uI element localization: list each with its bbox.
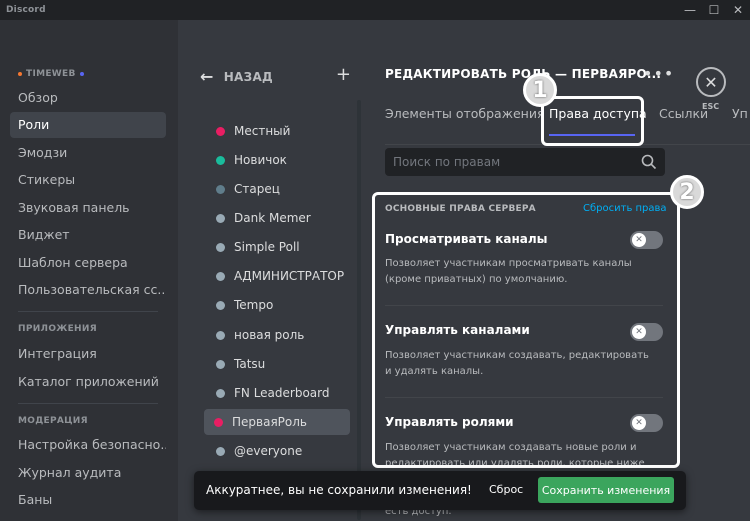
- server-name: TIMEWEB: [26, 69, 76, 79]
- role-color-dot: [216, 271, 225, 281]
- role-item-partial: [206, 100, 352, 105]
- role-name: Tatsu: [234, 357, 266, 371]
- annotation-highlight-tab: [541, 96, 644, 146]
- sidebar-item-bans[interactable]: Баны: [10, 487, 166, 513]
- role-color-dot: [216, 446, 225, 456]
- role-name: Simple Poll: [234, 240, 300, 254]
- role-item[interactable]: новая роль: [206, 322, 352, 348]
- role-color-dot: [216, 242, 225, 252]
- sidebar-item-widget[interactable]: Виджет: [10, 222, 166, 248]
- role-item[interactable]: Simple Poll: [206, 234, 352, 260]
- sidebar-item-stickers[interactable]: Стикеры: [10, 167, 166, 193]
- sidebar-item-overview[interactable]: Обзор: [10, 85, 166, 111]
- close-settings-button[interactable]: ✕: [696, 67, 726, 97]
- role-color-dot: [216, 184, 225, 194]
- sidebar-item-safety-setup[interactable]: Настройка безопасно...: [10, 432, 166, 458]
- annotation-highlight-permissions: [372, 192, 680, 468]
- add-role-icon[interactable]: +: [336, 64, 351, 85]
- settings-sidebar: TIMEWEB Обзор Роли Эмодзи Стикеры Звуков…: [0, 20, 178, 521]
- permission-search-input[interactable]: Поиск по правам: [385, 148, 665, 176]
- sidebar-item-integrations[interactable]: Интеграция: [10, 341, 166, 367]
- role-name: Старец: [234, 182, 280, 196]
- role-name: ПерваяРоль: [232, 415, 307, 429]
- save-changes-button[interactable]: Сохранить изменения: [538, 477, 674, 503]
- role-item[interactable]: Старец: [206, 176, 352, 202]
- sidebar-divider: [18, 311, 158, 312]
- sidebar-item-soundboard[interactable]: Звуковая панель: [10, 195, 166, 221]
- arrow-left-icon: ←: [200, 67, 214, 86]
- role-item[interactable]: FN Leaderboard: [206, 380, 352, 406]
- role-color-dot: [216, 300, 225, 310]
- sidebar-item-audit-log[interactable]: Журнал аудита: [10, 460, 166, 486]
- role-name: FN Leaderboard: [234, 386, 330, 400]
- role-name: АДМИНИСТРАТОР: [234, 269, 345, 283]
- close-icon[interactable]: ✕: [726, 0, 750, 20]
- role-color-dot: [216, 330, 225, 340]
- role-name: Tempo: [234, 298, 274, 312]
- app-title: Discord: [6, 5, 46, 15]
- roles-panel: ← НАЗАД + Местный Новичок Старец Dank Me…: [178, 20, 365, 521]
- roles-scrollbar[interactable]: [357, 100, 361, 520]
- sidebar-divider: [18, 403, 158, 404]
- role-color-dot: [216, 155, 225, 165]
- role-item[interactable]: Dank Memer: [206, 205, 352, 231]
- server-section-header: TIMEWEB: [18, 69, 84, 79]
- sidebar-item-roles[interactable]: Роли: [10, 112, 166, 138]
- role-color-dot: [216, 213, 225, 223]
- role-item[interactable]: Tatsu: [206, 351, 352, 377]
- tab-display[interactable]: Элементы отображения: [385, 106, 544, 121]
- maximize-icon[interactable]: ☐: [702, 0, 726, 20]
- moderation-section-header: МОДЕРАЦИЯ: [18, 416, 88, 426]
- window-titlebar: Discord — ☐ ✕: [0, 0, 750, 20]
- annotation-badge-2: 2: [670, 175, 704, 209]
- sidebar-item-emoji[interactable]: Эмодзи: [10, 140, 166, 166]
- editor-title: РЕДАКТИРОВАТЬ РОЛЬ — ПЕРВАЯРО...: [385, 67, 662, 81]
- role-item[interactable]: АДМИНИСТРАТОР: [206, 263, 352, 289]
- back-button[interactable]: ← НАЗАД: [200, 67, 273, 86]
- role-name: Местный: [234, 124, 291, 138]
- minimize-icon[interactable]: —: [678, 0, 702, 20]
- tab-links[interactable]: Ссылки: [659, 106, 708, 121]
- sidebar-item-app-directory[interactable]: Каталог приложений: [10, 369, 166, 395]
- reset-button[interactable]: Сброс: [489, 483, 523, 496]
- blue-dot-icon: [79, 72, 84, 76]
- role-item[interactable]: Местный: [206, 118, 352, 144]
- close-x-icon: ✕: [704, 72, 718, 92]
- sidebar-item-custom-link[interactable]: Пользовательская сс...: [10, 277, 166, 303]
- role-color-dot: [216, 359, 225, 369]
- role-name: @everyone: [234, 444, 303, 458]
- role-item[interactable]: Новичок: [206, 147, 352, 173]
- back-label: НАЗАД: [223, 69, 274, 84]
- more-options-icon[interactable]: •••: [643, 64, 674, 83]
- apps-section-header: ПРИЛОЖЕНИЯ: [18, 324, 97, 334]
- role-item[interactable]: @everyone: [206, 438, 352, 464]
- unsaved-changes-bar: Аккуратнее, вы не сохранили изменения! С…: [194, 471, 686, 510]
- annotation-badge-1: 1: [523, 73, 557, 107]
- search-icon: [641, 154, 657, 170]
- orange-dot-icon: [18, 72, 22, 76]
- search-placeholder: Поиск по правам: [393, 155, 501, 169]
- role-color-dot: [216, 126, 225, 136]
- role-name: Dank Memer: [234, 211, 311, 225]
- role-color-dot: [216, 388, 225, 398]
- tab-manage[interactable]: Уп: [732, 106, 748, 121]
- unsaved-message: Аккуратнее, вы не сохранили изменения!: [206, 483, 472, 497]
- role-name: Новичок: [234, 153, 287, 167]
- role-item-selected[interactable]: ПерваяРоль: [204, 409, 350, 435]
- role-item[interactable]: Tempo: [206, 292, 352, 318]
- sidebar-item-server-template[interactable]: Шаблон сервера: [10, 250, 166, 276]
- role-color-dot: [214, 417, 223, 427]
- role-name: новая роль: [234, 328, 305, 342]
